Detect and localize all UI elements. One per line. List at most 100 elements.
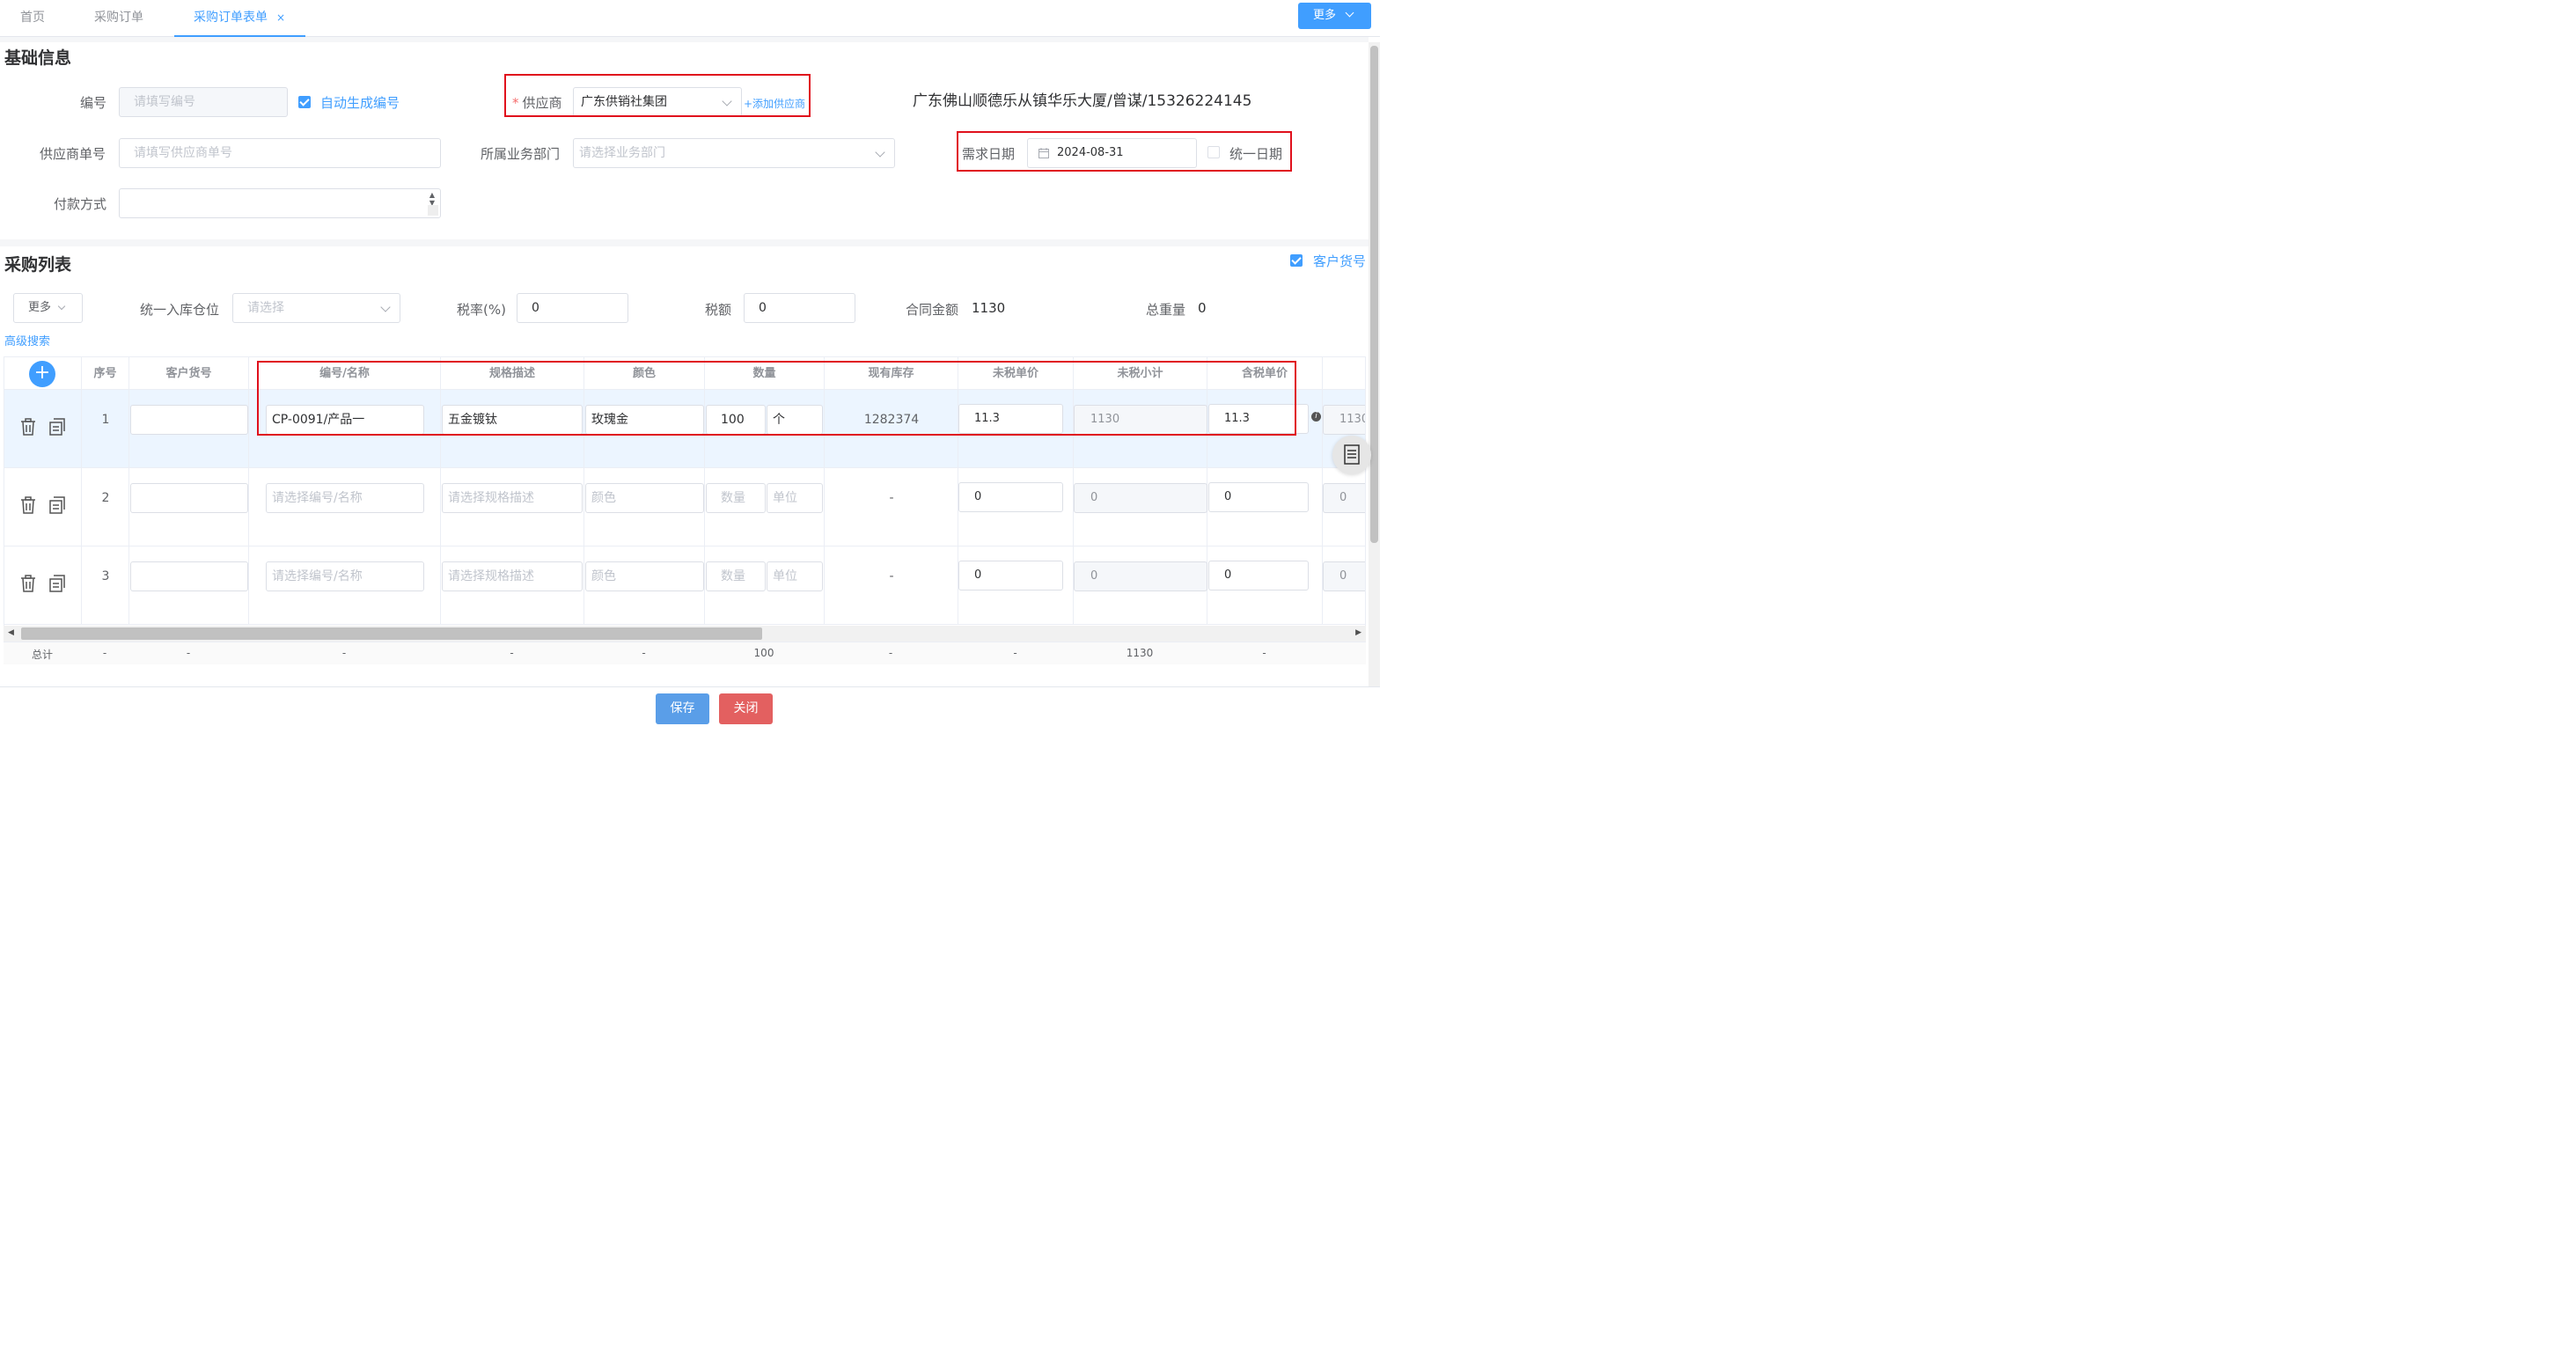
cell-color: 颜色 (584, 546, 705, 625)
code-name-input[interactable]: CP-0091/产品一 (266, 405, 424, 435)
unit-price-tax-input[interactable]: 11.3 (1208, 404, 1309, 434)
chevron-down-icon (380, 302, 391, 312)
row-seq: 1 (101, 413, 110, 427)
pay-input[interactable]: ▲ ▼ (119, 188, 441, 218)
cell-extra: 0 (1323, 468, 1365, 546)
code-name-input[interactable]: 请选择编号/名称 (266, 483, 424, 513)
close-button[interactable]: 关闭 (719, 693, 773, 724)
table-row: 1 CP-0091/产品一 五金镀钛 玫瑰金 100 个 1282374 11.… (4, 390, 1365, 468)
weight-value: 0 (1198, 300, 1207, 316)
close-icon[interactable]: × (276, 11, 285, 24)
unit-input[interactable]: 单位 (767, 561, 823, 591)
cell-unit-price-tax: 0 (1207, 468, 1323, 546)
color-input[interactable]: 玫瑰金 (585, 405, 704, 435)
add-supplier-link[interactable]: +添加供应商 (744, 96, 805, 111)
summary-label: 总计 (31, 649, 53, 661)
customer-no-input[interactable] (130, 483, 248, 513)
code-name-input[interactable]: 请选择编号/名称 (266, 561, 424, 591)
supplier-select[interactable]: 广东供销社集团 (573, 87, 742, 117)
basic-info-title: 基础信息 (4, 48, 72, 68)
cell-seq: 1 (82, 390, 129, 468)
extra-input: 0 (1323, 483, 1365, 513)
customer-no-input[interactable] (130, 561, 248, 591)
supplier-no-label: 供应商单号 (40, 146, 106, 162)
dept-label: 所属业务部门 (481, 146, 561, 162)
header-more-label: 更多 (1313, 9, 1337, 22)
trash-icon[interactable] (20, 575, 36, 592)
qty-input[interactable]: 数量 (706, 483, 766, 513)
unit-price-tax-input[interactable]: 0 (1208, 561, 1309, 590)
unit-price-notax-input[interactable]: 11.3 (958, 404, 1063, 434)
summary-code-name: - (341, 647, 347, 659)
subtotal-notax-input: 0 (1074, 483, 1207, 513)
warehouse-placeholder: 请选择 (247, 301, 284, 315)
trash-icon[interactable] (20, 496, 36, 514)
purchase-more-button[interactable]: 更多 (13, 293, 83, 323)
info-icon[interactable]: i (1311, 412, 1321, 422)
unit-input[interactable]: 个 (767, 405, 823, 435)
auto-code-label[interactable]: 自动生成编号 (320, 93, 400, 112)
unit-price-notax-input[interactable]: 0 (958, 482, 1063, 512)
customer-no-checkbox[interactable] (1290, 254, 1303, 267)
scrollbar-thumb[interactable] (1370, 46, 1378, 543)
scroll-left-icon[interactable]: ◀ (8, 628, 14, 637)
spec-input[interactable]: 请选择规格描述 (442, 483, 583, 513)
tax-rate-input[interactable]: 0 (517, 293, 628, 323)
horizontal-scrollbar[interactable]: ◀ ▶ (4, 626, 1366, 642)
save-button[interactable]: 保存 (656, 693, 709, 724)
section-divider (0, 239, 1369, 246)
contract-value: 1130 (972, 300, 1006, 316)
tab-home[interactable]: 首页 (20, 0, 45, 37)
cell-spec: 请选择规格描述 (441, 546, 584, 625)
scroll-right-icon[interactable]: ▶ (1355, 628, 1361, 637)
copy-icon[interactable] (49, 496, 65, 514)
tax-amount-label: 税额 (705, 302, 732, 318)
th-extra (1323, 357, 1365, 390)
extra-input: 1130 (1323, 405, 1365, 435)
demand-date-input[interactable]: 2024-08-31 (1027, 138, 1197, 168)
tab-purchase-order[interactable]: 采购订单 (94, 0, 143, 37)
qty-input[interactable]: 100 (706, 405, 766, 435)
cell-stock: - (825, 546, 958, 625)
supplier-label-text: 供应商 (522, 95, 562, 111)
copy-icon[interactable] (49, 575, 65, 592)
add-row-button[interactable]: + (29, 361, 55, 387)
scrollbar-thumb[interactable] (21, 627, 762, 640)
customer-no-check-label[interactable]: 客户货号 (1313, 252, 1366, 270)
dept-select[interactable]: 请选择业务部门 (573, 138, 895, 168)
header-more-button[interactable]: 更多 (1298, 3, 1371, 29)
auto-code-checkbox[interactable] (298, 96, 311, 108)
spec-input[interactable]: 请选择规格描述 (442, 561, 583, 591)
unit-price-tax-input[interactable]: 0 (1208, 482, 1309, 512)
cell-unit-price-notax: 0 (958, 468, 1074, 546)
supplier-no-input[interactable]: 请填写供应商单号 (119, 138, 441, 168)
color-input[interactable]: 颜色 (585, 483, 704, 513)
summary-qty: 100 (753, 647, 774, 659)
summary-spec: - (510, 647, 514, 659)
resize-handle-icon[interactable] (428, 205, 438, 216)
vertical-scrollbar[interactable] (1369, 42, 1380, 686)
unify-date-checkbox[interactable] (1207, 146, 1220, 158)
tab-purchase-order-form[interactable]: 采购订单表单 × (174, 0, 305, 37)
spec-input[interactable]: 五金镀钛 (442, 405, 583, 435)
qty-input[interactable]: 数量 (706, 561, 766, 591)
tax-amount-input[interactable]: 0 (744, 293, 855, 323)
warehouse-select[interactable]: 请选择 (232, 293, 400, 323)
calendar-icon (1038, 148, 1049, 158)
summary-subtotal: 1130 (1126, 647, 1154, 659)
cell-code-name: CP-0091/产品一 (249, 390, 441, 468)
chevron-down-icon (722, 96, 732, 106)
add-row-header: + (4, 357, 82, 390)
code-input[interactable]: 请填写编号 (119, 87, 288, 117)
color-input[interactable]: 颜色 (585, 561, 704, 591)
document-float-button[interactable] (1332, 436, 1371, 474)
customer-no-input[interactable] (130, 405, 248, 435)
trash-icon[interactable] (20, 418, 36, 436)
unit-price-notax-input[interactable]: 0 (958, 561, 1063, 590)
code-label: 编号 (80, 95, 107, 111)
advanced-search-link[interactable]: 高级搜索 (4, 332, 50, 348)
purchase-list-title: 采购列表 (4, 255, 72, 275)
unit-input[interactable]: 单位 (767, 483, 823, 513)
dept-placeholder: 请选择业务部门 (579, 146, 665, 160)
copy-icon[interactable] (49, 418, 65, 436)
